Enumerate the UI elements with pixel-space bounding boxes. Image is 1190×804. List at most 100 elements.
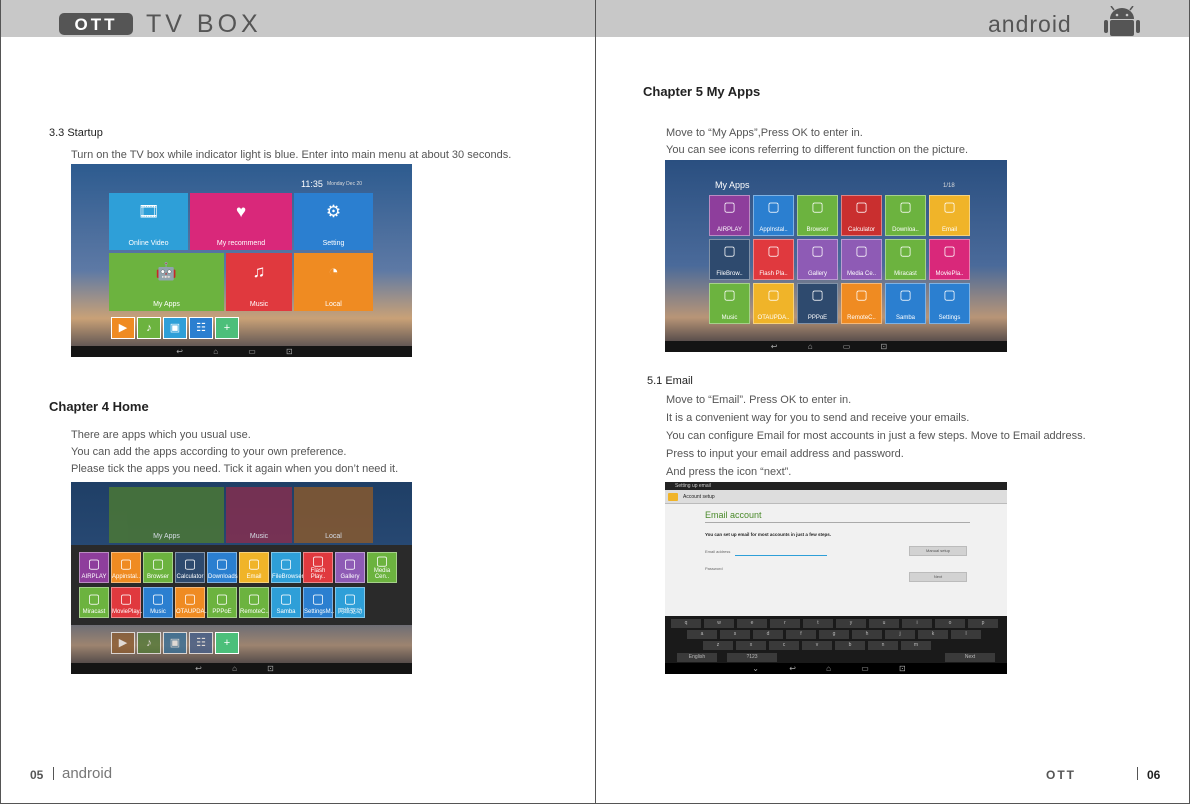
music-note-icon: ♫: [252, 262, 266, 281]
email-address-label: Email address: [705, 549, 731, 554]
app-tile: ▢ Gallery: [335, 552, 365, 583]
shortcut-add-icon: +: [215, 632, 239, 654]
email-heading: 5.1 Email: [647, 375, 693, 387]
app-icon: ▢: [279, 591, 293, 606]
keyboard-key[interactable]: f: [786, 630, 816, 639]
shortcut-add-icon: +: [215, 317, 239, 339]
keyboard-key[interactable]: q: [671, 619, 701, 628]
footer-divider: [1137, 767, 1138, 780]
app-icon: ▢: [183, 556, 197, 571]
manual-setup-button[interactable]: Manual setup: [909, 546, 967, 556]
keyboard-key[interactable]: w: [704, 619, 734, 628]
app-tile: ▢ Email: [239, 552, 269, 583]
app-tile: ▢ AIRPLAY: [709, 195, 750, 236]
keyboard-key[interactable]: m: [901, 641, 931, 650]
keyboard-key[interactable]: h: [852, 630, 882, 639]
email-line-1: Move to “Email”. Press OK to enter in.: [666, 394, 852, 406]
keyboard-key[interactable]: t: [803, 619, 833, 628]
app-tile: ▢ Flash Pla..: [753, 239, 794, 280]
left-page: OTT TV BOX 3.3 Startup Turn on the TV bo…: [0, 0, 596, 804]
tile-online-video: 🎞 Online Video: [109, 193, 188, 250]
heart-folder-icon: ♥: [235, 202, 247, 221]
startup-heading: 3.3 Startup: [49, 127, 103, 139]
email-address-input[interactable]: [735, 555, 827, 556]
app-icon: ▢: [723, 287, 736, 302]
chapter5-line-2: You can see icons referring to different…: [666, 144, 969, 156]
app-icon: ▢: [247, 556, 261, 571]
keyboard-key[interactable]: b: [835, 641, 865, 650]
disc-icon: ◔: [328, 262, 339, 281]
keyboard-key[interactable]: j: [885, 630, 915, 639]
keyboard-key[interactable]: l: [951, 630, 981, 639]
keyboard-key[interactable]: e: [737, 619, 767, 628]
password-label: Password: [705, 566, 723, 571]
keyboard-key[interactable]: r: [770, 619, 800, 628]
keyboard-key[interactable]: g: [819, 630, 849, 639]
keyboard-key[interactable]: p: [968, 619, 998, 628]
app-icon: ▢: [375, 553, 389, 568]
app-tile: ▢ MoviePla..: [929, 239, 970, 280]
app-tile: ▢ SettingsM..: [303, 587, 334, 618]
tv-box-title: TV BOX: [146, 10, 262, 38]
page-number-left: 05: [30, 768, 44, 782]
date: Monday Dec 20: [327, 181, 363, 187]
keyboard-key[interactable]: d: [753, 630, 783, 639]
app-icon: ▢: [343, 591, 357, 606]
keyboard-key[interactable]: o: [935, 619, 965, 628]
app-icon: ▢: [119, 556, 133, 571]
page-number-right: 06: [1147, 768, 1161, 782]
keyboard-key[interactable]: s: [720, 630, 750, 639]
app-tile: ▢ RemoteC..: [841, 283, 882, 324]
nav-bar: ↩ ⌂ ▭ ⊡: [71, 346, 412, 357]
setup-description: You can set up email for most accounts i…: [705, 532, 831, 537]
keyboard-key[interactable]: c: [769, 641, 799, 650]
tile-local: ◔ Local: [294, 253, 373, 311]
app-tile: ▢ Miracast: [79, 587, 109, 618]
app-icon: ▢: [943, 199, 956, 214]
android-title: android: [988, 11, 1072, 37]
keyboard-key[interactable]: i: [902, 619, 932, 628]
key-next[interactable]: Next: [945, 653, 995, 662]
app-tile: ▢ OTAUPDA..: [753, 283, 794, 324]
app-icon: ▢: [87, 556, 101, 571]
android-robot-icon: [1104, 6, 1140, 36]
app-tile: ▢ Samba: [885, 283, 926, 324]
next-button[interactable]: Next: [909, 572, 967, 582]
back-tile-local: Local: [294, 487, 373, 543]
tile-my-apps: 🤖 My Apps: [109, 253, 224, 311]
tile-setting: ⚙ Setting: [294, 193, 373, 250]
app-icon: ▢: [855, 199, 868, 214]
startup-text: Turn on the TV box while indicator light…: [71, 149, 512, 161]
keyboard-key[interactable]: a: [687, 630, 717, 639]
shortcut-tv-icon: ▣: [163, 632, 187, 654]
shortcut-movie-icon: ▶: [111, 317, 135, 339]
keyboard-key[interactable]: u: [869, 619, 899, 628]
keyboard-key[interactable]: x: [736, 641, 766, 650]
chapter5-heading: Chapter 5 My Apps: [643, 84, 761, 99]
chapter4-line-3: Please tick the apps you need. Tick it a…: [71, 463, 399, 475]
app-tile: ▢ Media Ce..: [841, 239, 882, 280]
tile-music: ♫ Music: [226, 253, 292, 311]
keyboard-key[interactable]: z: [703, 641, 733, 650]
keyboard-key[interactable]: k: [918, 630, 948, 639]
app-icon: ▢: [183, 591, 197, 606]
app-icon: ▢: [343, 556, 357, 571]
right-page: android Chapter 5 My Apps Move to “My Ap…: [596, 0, 1190, 804]
page-indicator: 1/18: [943, 183, 955, 189]
keyboard-key[interactable]: y: [836, 619, 866, 628]
keyboard-key[interactable]: v: [802, 641, 832, 650]
app-icon: ▢: [855, 287, 868, 302]
app-tile: ▢ Downloa..: [885, 195, 926, 236]
app-icon: ▢: [943, 287, 956, 302]
shortcut-movie-icon: ▶: [111, 632, 135, 654]
keyboard-key[interactable]: n: [868, 641, 898, 650]
app-tile: ▢ RemoteC..: [239, 587, 269, 618]
email-line-3: You can configure Email for most account…: [666, 430, 1086, 442]
app-icon: ▢: [151, 556, 165, 571]
key-language[interactable]: English: [677, 653, 717, 662]
app-tile: ▢ AIRPLAY: [79, 552, 109, 583]
email-line-4: Press to input your email address and pa…: [666, 448, 904, 460]
chapter5-line-1: Move to “My Apps”,Press OK to enter in.: [666, 127, 863, 139]
key-symbols[interactable]: ?123: [727, 653, 777, 662]
tile-my-recommend: ♥ My recommend: [190, 193, 292, 250]
